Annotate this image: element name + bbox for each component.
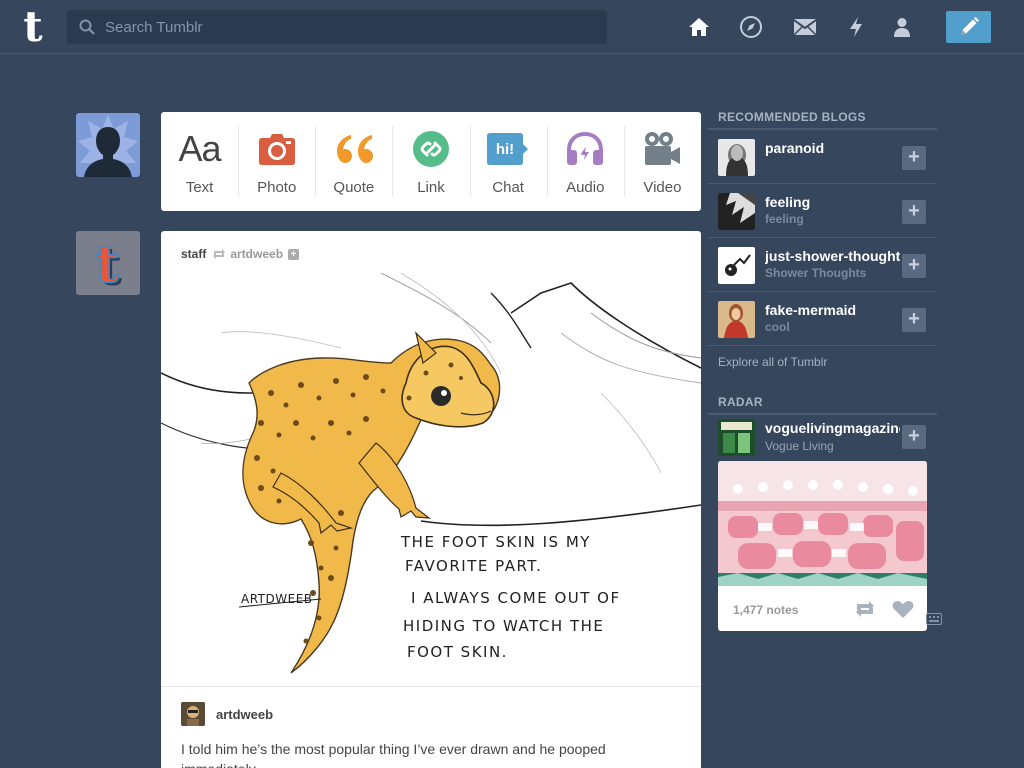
staff-avatar[interactable]: t t xyxy=(76,231,140,295)
blog-name[interactable]: just-shower-thoughts xyxy=(765,248,900,264)
recommended-blogs-title: RECOMMENDED BLOGS xyxy=(708,106,937,130)
mail-icon[interactable] xyxy=(792,14,818,40)
post-type-link[interactable]: Link xyxy=(392,112,469,211)
follow-button[interactable]: + xyxy=(902,425,926,449)
post-type-video[interactable]: Video xyxy=(623,112,701,211)
follow-button[interactable]: + xyxy=(902,200,926,224)
quote-icon xyxy=(331,130,377,168)
blog-subtitle: feeling xyxy=(765,212,804,226)
text-icon: Aa xyxy=(178,128,222,169)
post-author[interactable]: staff xyxy=(181,247,206,261)
headphones-icon xyxy=(562,130,608,168)
art-text-line: FAVORITE PART. xyxy=(405,557,542,575)
recommended-blog[interactable]: paranoid + xyxy=(708,130,937,184)
compose-button[interactable] xyxy=(946,11,991,43)
post-type-quote[interactable]: Quote xyxy=(315,112,392,211)
chat-icon: hi! xyxy=(485,130,531,168)
follow-plus-icon[interactable]: + xyxy=(288,248,300,260)
follow-button[interactable]: + xyxy=(902,146,926,170)
follow-button[interactable]: + xyxy=(902,254,926,278)
dashboard-post: staff artdweeb + ARTDWEEB THE FOOT SKIN … xyxy=(161,231,701,768)
home-icon[interactable] xyxy=(686,14,712,40)
camera-icon xyxy=(254,130,300,168)
account-icon[interactable] xyxy=(889,14,915,40)
post-type-chat[interactable]: hi! Chat xyxy=(469,112,547,211)
tumblr-logo[interactable]: t xyxy=(16,6,50,48)
search-input[interactable] xyxy=(105,10,595,44)
explore-icon[interactable] xyxy=(738,14,764,40)
link-icon xyxy=(408,130,454,168)
sidebar: RECOMMENDED BLOGS paranoid + feeling fee… xyxy=(708,106,937,631)
follow-button[interactable]: + xyxy=(902,308,926,332)
recommended-blog[interactable]: feeling feeling + xyxy=(708,184,937,238)
post-type-audio[interactable]: Audio xyxy=(546,112,624,211)
art-text-line: I ALWAYS COME OUT OF xyxy=(411,589,621,607)
blog-name[interactable]: paranoid xyxy=(765,140,900,156)
top-nav: t xyxy=(0,0,1024,54)
keyboard-shortcuts-icon[interactable] xyxy=(926,612,942,626)
explore-link[interactable]: Explore all of Tumblr xyxy=(708,346,937,376)
recommended-blog[interactable]: fake-mermaid cool + xyxy=(708,292,937,346)
blog-subtitle: Shower Thoughts xyxy=(765,266,867,280)
blog-subtitle: cool xyxy=(765,320,790,334)
video-camera-icon xyxy=(639,130,685,168)
post-type-photo[interactable]: Photo xyxy=(238,112,315,211)
reblog-icon xyxy=(213,249,226,259)
artdweeb-avatar[interactable] xyxy=(181,702,205,726)
search-icon xyxy=(79,19,95,35)
user-avatar[interactable] xyxy=(76,113,140,177)
radar-blog-subtitle: Vogue Living xyxy=(765,439,834,453)
reblog-source[interactable]: artdweeb xyxy=(230,247,283,261)
post-caption: I told him he’s the most popular thing I… xyxy=(181,741,606,768)
svg-text:t: t xyxy=(95,234,119,295)
reblog-trail-item: artdweeb xyxy=(181,702,273,726)
radar-post[interactable]: 1,477 notes xyxy=(718,461,927,631)
radar-blog[interactable]: voguelivingmagazine Vogue Living + xyxy=(708,415,937,461)
art-text-line: THE FOOT SKIN IS MY xyxy=(400,533,591,551)
blog-name[interactable]: feeling xyxy=(765,194,900,210)
reblog-icon[interactable] xyxy=(854,600,876,618)
pencil-icon xyxy=(960,17,979,35)
art-text-line: FOOT SKIN. xyxy=(407,643,508,661)
post-header: staff artdweeb + xyxy=(181,246,300,262)
art-text-line: HIDING TO WATCH THE xyxy=(403,617,604,635)
svg-text:hi!: hi! xyxy=(496,141,514,158)
heart-icon[interactable] xyxy=(892,600,914,619)
search-bar[interactable] xyxy=(67,10,607,44)
art-signature: ARTDWEEB xyxy=(241,592,313,606)
post-divider xyxy=(161,686,701,687)
notes-count[interactable]: 1,477 notes xyxy=(733,603,798,617)
gecko-illustration[interactable]: ARTDWEEB THE FOOT SKIN IS MY FAVORITE PA… xyxy=(161,273,701,685)
radar-blog-name[interactable]: voguelivingmagazine xyxy=(765,420,900,436)
blog-avatar[interactable] xyxy=(718,139,755,176)
radar-blog-avatar[interactable] xyxy=(718,419,755,456)
blog-avatar[interactable] xyxy=(718,301,755,338)
reblog-username[interactable]: artdweeb xyxy=(216,707,273,722)
recommended-blog[interactable]: just-shower-thoughts Shower Thoughts + xyxy=(708,238,937,292)
activity-icon[interactable] xyxy=(843,14,869,40)
post-type-text[interactable]: Aa Text xyxy=(161,112,238,211)
post-type-bar: Aa Text Photo Quote Link hi! Chat Audio xyxy=(161,112,701,211)
radar-photo[interactable] xyxy=(718,461,927,586)
blog-avatar[interactable] xyxy=(718,193,755,230)
blog-name[interactable]: fake-mermaid xyxy=(765,302,900,318)
radar-title: RADAR xyxy=(708,391,937,415)
blog-avatar[interactable] xyxy=(718,247,755,284)
